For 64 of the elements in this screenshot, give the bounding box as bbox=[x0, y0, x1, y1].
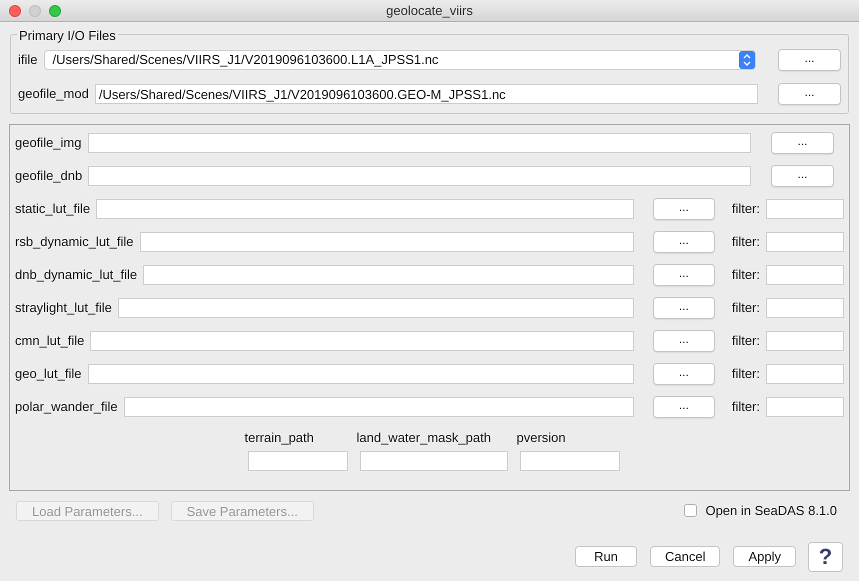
filter-field[interactable] bbox=[766, 232, 844, 252]
path-field[interactable]: /Users/Shared/Scenes/VIIRS_J1/V2019096103600.GEO-M_JPSS1.nc bbox=[94, 84, 758, 104]
field-label: cmn_lut_file bbox=[15, 332, 84, 350]
path-field[interactable] bbox=[90, 331, 634, 351]
filter-field[interactable] bbox=[766, 364, 844, 384]
field-label: geo_lut_file bbox=[15, 365, 82, 384]
path-field[interactable] bbox=[124, 397, 634, 417]
field-label: land_water_mask_path bbox=[356, 429, 491, 447]
action-button[interactable]: Cancel bbox=[650, 546, 720, 567]
window-title: geolocate_viirs bbox=[386, 2, 473, 20]
browse-button[interactable]: ... bbox=[778, 49, 841, 71]
filter-field[interactable] bbox=[766, 265, 844, 285]
path-field[interactable] bbox=[88, 166, 751, 186]
field-label: straylight_lut_file bbox=[15, 299, 112, 318]
field-label: geofile_mod bbox=[18, 85, 89, 104]
filter-field[interactable] bbox=[766, 199, 844, 219]
minimize-button[interactable] bbox=[29, 5, 41, 17]
field-label: rsb_dynamic_lut_file bbox=[15, 233, 134, 252]
path-field[interactable] bbox=[140, 232, 634, 252]
browse-button[interactable]: ... bbox=[771, 132, 834, 154]
filter-field[interactable] bbox=[766, 397, 844, 417]
filter-label: filter: bbox=[732, 332, 760, 350]
filter-label: filter: bbox=[732, 299, 760, 318]
filter-label: filter: bbox=[732, 233, 760, 252]
filter-label: filter: bbox=[732, 365, 760, 384]
dropdown-arrows-icon[interactable] bbox=[739, 51, 755, 69]
path-field[interactable] bbox=[88, 364, 634, 384]
filter-field[interactable] bbox=[766, 298, 844, 318]
browse-button[interactable]: ... bbox=[652, 396, 715, 418]
path-field[interactable] bbox=[143, 265, 634, 285]
text-field[interactable] bbox=[248, 450, 348, 470]
path-field[interactable] bbox=[88, 133, 751, 153]
field-label: terrain_path bbox=[244, 429, 314, 447]
browse-button[interactable]: ... bbox=[652, 297, 715, 319]
path-field[interactable] bbox=[118, 298, 634, 318]
checkbox[interactable] bbox=[684, 504, 698, 517]
text-field[interactable] bbox=[360, 450, 508, 470]
field-label: dnb_dynamic_lut_file bbox=[15, 266, 138, 284]
checkbox-label: Open in SeaDAS 8.1.0 bbox=[705, 502, 837, 520]
browse-button[interactable]: ... bbox=[771, 165, 834, 187]
filter-field[interactable] bbox=[766, 331, 844, 351]
browse-button[interactable]: ... bbox=[652, 231, 715, 253]
field-label: geofile_dnb bbox=[15, 167, 82, 186]
action-button[interactable]: Run bbox=[575, 546, 637, 567]
browse-button[interactable]: ... bbox=[652, 264, 715, 286]
field-label: polar_wander_file bbox=[15, 398, 118, 416]
field-label: static_lut_file bbox=[15, 200, 90, 218]
field-label: pversion bbox=[516, 429, 566, 447]
browse-button[interactable]: ... bbox=[652, 198, 715, 220]
filter-label: filter: bbox=[732, 398, 760, 416]
help-button[interactable]: ? bbox=[808, 542, 843, 572]
path-field[interactable] bbox=[96, 199, 634, 219]
action-button[interactable]: Apply bbox=[733, 546, 796, 567]
text-field[interactable] bbox=[520, 450, 620, 470]
filter-label: filter: bbox=[732, 266, 760, 284]
browse-button[interactable]: ... bbox=[778, 83, 841, 105]
browse-button[interactable]: ... bbox=[652, 330, 715, 352]
field-label: ifile bbox=[18, 51, 38, 70]
file-dropdown[interactable]: /Users/Shared/Scenes/VIIRS_J1/V2019096103600.L1A_JPSS1.nc bbox=[44, 50, 756, 70]
filter-label: filter: bbox=[732, 200, 760, 218]
zoom-button[interactable] bbox=[49, 5, 61, 17]
close-button[interactable] bbox=[9, 5, 21, 17]
field-label: geofile_img bbox=[15, 134, 82, 152]
browse-button[interactable]: ... bbox=[652, 363, 715, 385]
